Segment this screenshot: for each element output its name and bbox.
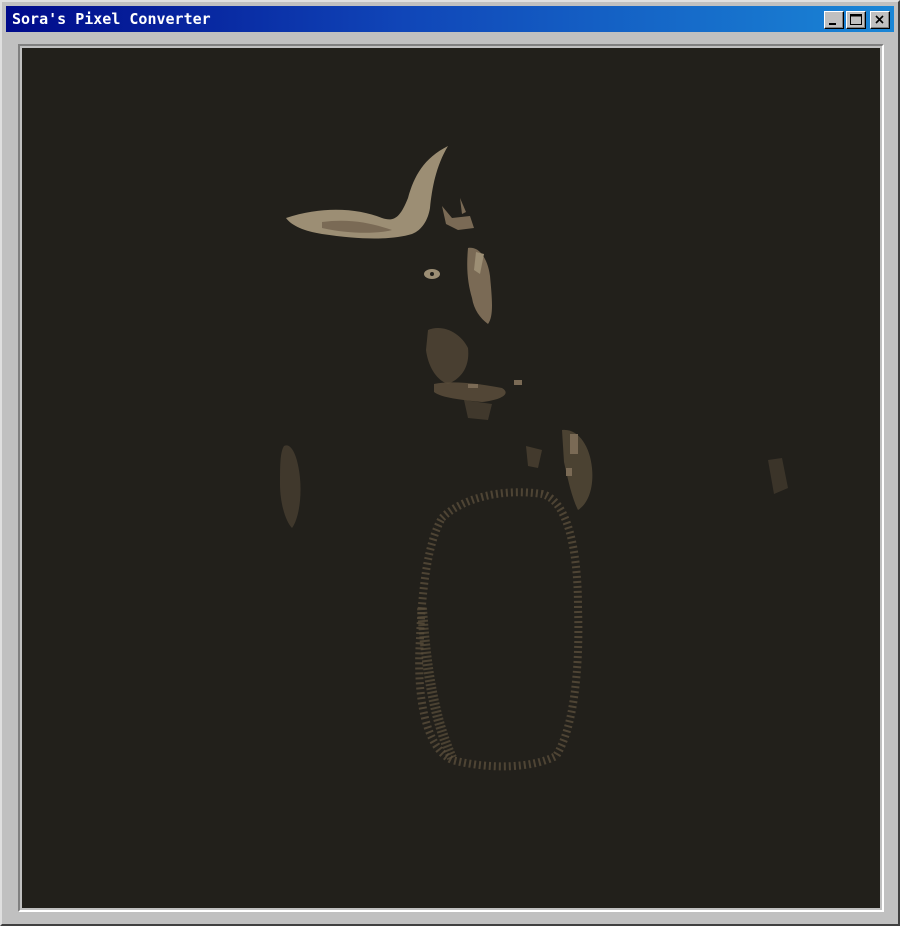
- image-panel: [18, 44, 884, 912]
- pixel-art-canvas[interactable]: [22, 48, 880, 908]
- minimize-button[interactable]: [824, 11, 844, 29]
- close-button[interactable]: [870, 11, 890, 29]
- window-title: Sora's Pixel Converter: [12, 10, 211, 28]
- app-window: Sora's Pixel Converter: [0, 0, 900, 926]
- title-bar[interactable]: Sora's Pixel Converter: [6, 6, 894, 32]
- maximize-button[interactable]: [846, 11, 866, 29]
- pixel-art-image: [22, 48, 880, 908]
